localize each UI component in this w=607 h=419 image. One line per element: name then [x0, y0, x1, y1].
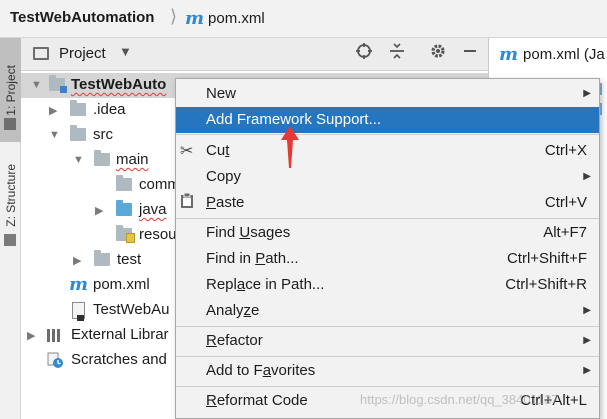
tree-item-label: java	[139, 201, 167, 218]
project-tool-icon	[4, 118, 16, 130]
editor-tab-strip: m pom.xml (Ja	[488, 38, 607, 71]
breadcrumb-project[interactable]: TestWebAutomation	[10, 9, 154, 26]
submenu-arrow-icon: ▶	[583, 365, 591, 376]
iml-file-icon	[72, 302, 85, 321]
resources-folder-icon	[116, 225, 135, 243]
folder-icon	[116, 175, 132, 191]
menu-item-label: Reformat Code	[206, 392, 308, 409]
breadcrumb-separator: ⟩	[170, 6, 178, 26]
menu-item-copy[interactable]: Copy ▶	[176, 164, 599, 190]
menu-item-add-framework-support[interactable]: Add Framework Support...	[176, 107, 599, 133]
submenu-arrow-icon: ▶	[583, 88, 591, 99]
project-panel-header: Project ▼	[21, 38, 488, 71]
tree-item-label: test	[117, 251, 142, 268]
collapse-icon[interactable]	[388, 42, 406, 65]
structure-tool-icon	[4, 234, 16, 246]
scissors-icon: ✂	[180, 143, 194, 160]
menu-shortcut: Ctrl+V	[544, 194, 587, 211]
maven-icon: m	[69, 274, 89, 295]
menu-item-find-usages[interactable]: Find Usages Alt+F7	[176, 220, 599, 246]
tree-item-label: src	[93, 126, 113, 143]
watermark: https://blog.csdn.net/qq_38401137	[360, 392, 559, 407]
menu-shortcut: Ctrl+Shift+F	[506, 250, 587, 267]
menu-item-new[interactable]: New ▶	[176, 81, 599, 107]
structure-tool-tab-label: Z: Structure	[3, 163, 18, 227]
context-menu: New ▶ Add Framework Support... ✂ Cut Ctr…	[175, 78, 600, 419]
module-folder-icon	[49, 75, 67, 93]
menu-separator	[176, 326, 599, 327]
folder-icon	[94, 150, 110, 166]
tree-item-label: TestWebAuto	[71, 76, 167, 93]
tree-item-label: main	[116, 151, 149, 168]
navigation-bar: TestWebAutomation ⟩ m pom.xml	[0, 0, 607, 38]
menu-item-label: Replace in Path...	[206, 276, 325, 293]
submenu-arrow-icon: ▶	[583, 171, 591, 182]
expand-arrow-icon[interactable]: ▶	[73, 254, 81, 267]
clipboard-icon	[180, 192, 194, 214]
menu-item-label: Refactor	[206, 332, 263, 349]
library-icon	[47, 329, 61, 342]
menu-item-label: Paste	[206, 194, 245, 211]
gear-icon[interactable]	[429, 42, 447, 65]
submenu-arrow-icon: ▶	[583, 305, 591, 316]
source-folder-icon	[116, 200, 132, 216]
maven-icon: m	[499, 44, 519, 65]
menu-separator	[176, 218, 599, 219]
tree-item-label: .idea	[93, 101, 126, 118]
expand-arrow-icon[interactable]: ▼	[31, 79, 42, 91]
menu-separator	[176, 386, 599, 387]
tree-item-label: Scratches and	[71, 351, 167, 368]
expand-arrow-icon[interactable]: ▶	[49, 104, 57, 117]
tree-item-label: comm	[139, 176, 180, 193]
menu-item-analyze[interactable]: Analyze ▶	[176, 298, 599, 324]
tree-item-label: TestWebAu	[93, 301, 170, 318]
menu-item-replace-in-path[interactable]: Replace in Path... Ctrl+Shift+R	[176, 272, 599, 298]
menu-item-label: Analyze	[206, 302, 260, 319]
menu-item-label: Find in Path...	[206, 250, 299, 267]
project-view-selector[interactable]: Project	[59, 45, 106, 62]
menu-item-label: New	[206, 85, 237, 102]
breadcrumb-file[interactable]: m pom.xml	[185, 8, 265, 29]
menu-item-paste[interactable]: Paste Ctrl+V	[176, 190, 599, 216]
project-folder-icon	[33, 47, 49, 60]
tree-item-label: External Librar	[71, 326, 169, 343]
minimize-icon[interactable]	[461, 42, 479, 65]
annotation-arrow-icon	[281, 126, 299, 168]
expand-arrow-icon[interactable]: ▶	[95, 204, 103, 217]
menu-item-refactor[interactable]: Refactor ▶	[176, 328, 599, 354]
menu-item-label: Add to Favorites	[206, 362, 316, 379]
scratches-icon	[47, 352, 63, 368]
target-icon[interactable]	[355, 42, 373, 65]
menu-item-add-to-favorites[interactable]: Add to Favorites ▶	[176, 358, 599, 384]
expand-arrow-icon[interactable]: ▶	[27, 329, 35, 342]
menu-item-label: Cut	[206, 142, 230, 159]
expand-arrow-icon[interactable]: ▼	[49, 129, 60, 141]
tree-item-label: resou	[139, 226, 177, 243]
breadcrumb-file-label: pom.xml	[208, 10, 265, 27]
chevron-down-icon[interactable]: ▼	[119, 44, 132, 59]
maven-icon: m	[185, 8, 205, 29]
submenu-arrow-icon: ▶	[583, 335, 591, 346]
tool-window-stripe: 1: Project Z: Structure	[0, 38, 21, 419]
project-tool-tab-label: 1: Project	[3, 64, 18, 116]
menu-shortcut: Alt+F7	[543, 224, 587, 241]
editor-tab-pom[interactable]: m pom.xml (Ja	[489, 38, 607, 71]
menu-item-label: Find Usages	[206, 224, 291, 241]
menu-item-label: Copy	[206, 168, 242, 185]
folder-icon	[70, 100, 86, 116]
menu-item-cut[interactable]: ✂ Cut Ctrl+X	[176, 138, 599, 164]
structure-tool-tab[interactable]: Z: Structure	[0, 146, 21, 244]
folder-icon	[70, 125, 86, 141]
folder-icon	[94, 250, 110, 266]
tree-item-label: pom.xml	[93, 276, 150, 293]
menu-shortcut: Ctrl+Shift+R	[505, 276, 587, 293]
menu-separator	[176, 356, 599, 357]
expand-arrow-icon[interactable]: ▼	[73, 154, 84, 166]
menu-shortcut: Ctrl+X	[544, 142, 587, 159]
menu-item-find-in-path[interactable]: Find in Path... Ctrl+Shift+F	[176, 246, 599, 272]
editor-tab-label: pom.xml (Ja	[523, 46, 605, 63]
menu-separator	[176, 134, 599, 135]
